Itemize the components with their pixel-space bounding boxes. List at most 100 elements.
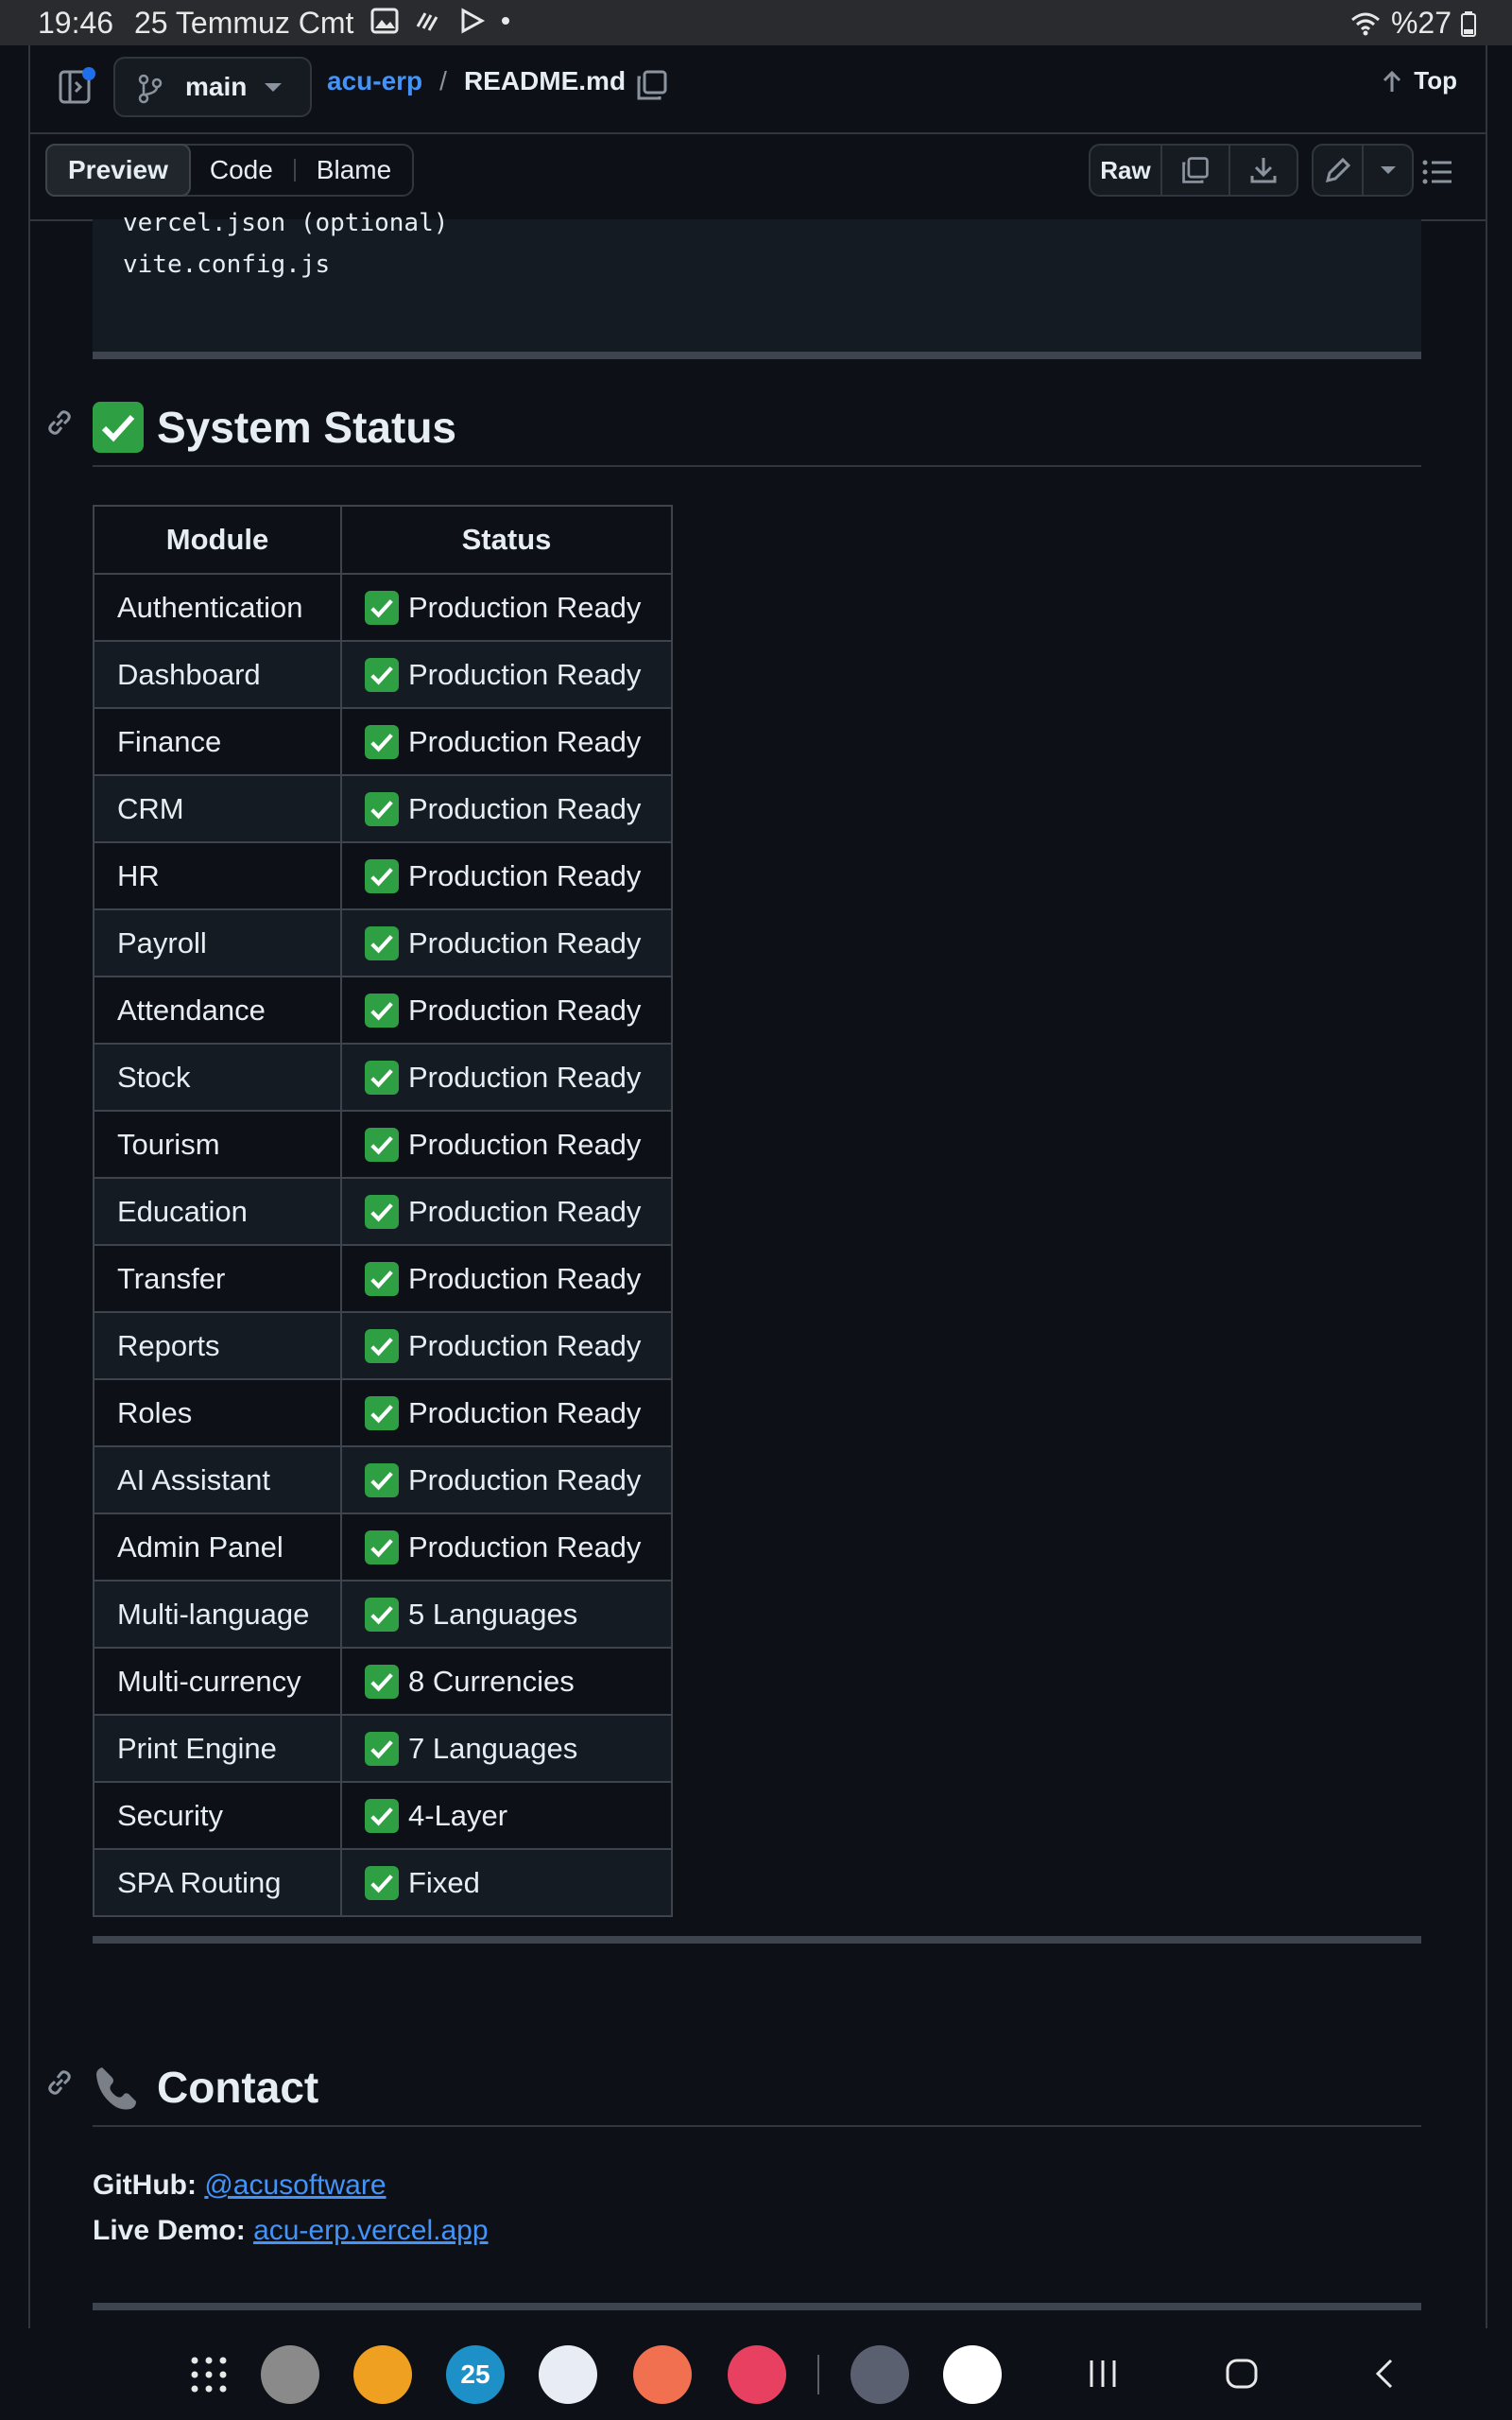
demo-link[interactable]: acu-erp.vercel.app [253,2215,488,2246]
calculator-icon[interactable] [850,2345,909,2404]
status-cell: Production Ready [340,1311,673,1380]
edit-options-dropdown[interactable] [1362,146,1412,195]
raw-button[interactable]: Raw [1091,146,1162,195]
table-row: Security 4-Layer [93,1781,673,1850]
apps-grid-icon[interactable] [180,2345,238,2404]
status-text: Production Ready [408,993,642,1027]
module-cell: Payroll [93,908,342,977]
check-mark-icon [365,1597,399,1632]
tab-code[interactable]: Code [189,146,294,195]
status-text: Production Ready [408,657,642,691]
contact-heading: Contact [48,2049,1421,2127]
check-mark-icon [365,1865,399,1900]
file-header: main acu-erp / README.md Top [30,45,1486,134]
link-anchor-icon[interactable] [45,2068,74,2097]
check-mark-icon [365,657,399,692]
table-row: Reports Production Ready [93,1311,673,1380]
status-text: 4-Layer [408,1798,508,1832]
column-header-status: Status [340,505,673,575]
sync-notification-icon [416,12,438,31]
status-cell: Production Ready [340,976,673,1045]
browser-icon[interactable] [261,2345,319,2404]
module-cell: Multi-language [93,1580,342,1649]
module-cell: Authentication [93,573,342,642]
contacts-icon[interactable] [633,2345,692,2404]
back-to-top-button[interactable]: Top [1382,66,1457,95]
code-block: vercel.json (optional) vite.config.js [93,209,1421,352]
check-mark-icon [365,925,399,960]
raw-actions-group: Raw [1089,144,1298,197]
check-mark-icon [365,1194,399,1229]
status-cell: Fixed [340,1848,673,1917]
status-text: Production Ready [408,791,642,825]
code-line: vercel.json (optional) [123,209,449,237]
table-header-row: Module Status [93,505,673,575]
check-mark-icon [365,1060,399,1095]
sidebar-expand-icon [59,67,95,104]
breadcrumb-separator: / [439,66,447,95]
notification-icons [370,8,510,34]
table-row: Admin Panel Production Ready [93,1512,673,1582]
home-icon[interactable] [1224,2355,1262,2393]
battery-icon [1461,10,1476,37]
status-cell: 8 Currencies [340,1647,673,1716]
table-row: Roles Production Ready [93,1378,673,1447]
recent-apps-icon[interactable] [1087,2355,1119,2393]
tab-preview[interactable]: Preview [45,144,191,197]
status-text: Production Ready [408,1395,642,1429]
check-mark-icon [365,1530,399,1564]
status-text: Production Ready [408,724,642,758]
arrow-up-icon [1383,70,1401,92]
github-link[interactable]: @acusoftware [204,2169,386,2201]
copy-icon [1182,157,1209,183]
module-cell: Tourism [93,1110,342,1179]
chevron-down-icon [265,83,282,92]
table-row: Dashboard Production Ready [93,640,673,709]
status-cell: Production Ready [340,908,673,977]
outline-button[interactable] [1419,153,1457,196]
breadcrumb-repo-link[interactable]: acu-erp [327,66,422,96]
breadcrumb-file-name: README.md [463,66,627,95]
column-header-module: Module [93,505,342,575]
status-cell: Production Ready [340,1043,673,1112]
messages-icon[interactable] [539,2345,597,2404]
copy-raw-button[interactable] [1162,146,1228,195]
camera-icon[interactable] [728,2345,786,2404]
breadcrumb: acu-erp / README.md [327,66,626,96]
download-button[interactable] [1228,146,1297,195]
navigation-bar: 25 [0,2328,1512,2420]
status-cell: Production Ready [340,1512,673,1582]
status-cell: Production Ready [340,1110,673,1179]
contact-info: GitHub: @acusoftware Live Demo: acu-erp.… [93,2163,489,2254]
gmail-icon[interactable] [943,2345,1002,2404]
check-mark-icon [365,1731,399,1766]
module-cell: Attendance [93,976,342,1045]
code-text: vercel.json (optional) vite.config.js [123,202,448,285]
chevron-down-icon [1380,166,1396,174]
check-mark-icon [365,590,399,625]
module-cell: Admin Panel [93,1512,342,1582]
branch-selector[interactable]: main [113,57,312,117]
section-divider [93,2303,1421,2310]
copy-path-button[interactable] [635,68,669,107]
check-mark-icon [365,1261,399,1296]
status-text: Production Ready [408,590,642,624]
status-text: 8 Currencies [408,1664,575,1698]
folder-icon[interactable] [353,2345,412,2404]
link-anchor-icon[interactable] [45,408,74,437]
table-row: Authentication Production Ready [93,573,673,642]
module-cell: Finance [93,707,342,776]
status-date: 25 Temmuz Cmt [134,6,354,40]
edit-file-button[interactable] [1314,146,1362,195]
back-icon[interactable] [1370,2355,1399,2393]
dock-divider [817,2355,819,2394]
calendar-icon[interactable]: 25 [446,2345,505,2404]
tab-blame[interactable]: Blame [296,146,412,195]
status-cell: 7 Languages [340,1714,673,1783]
file-view: main acu-erp / README.md Top Preview Cod… [28,45,1487,2328]
check-mark-icon [365,791,399,826]
view-mode-tabs: Preview Code Blame [45,144,415,197]
status-cell: Production Ready [340,707,673,776]
download-icon [1250,158,1277,183]
sidebar-toggle-button[interactable] [59,66,96,108]
